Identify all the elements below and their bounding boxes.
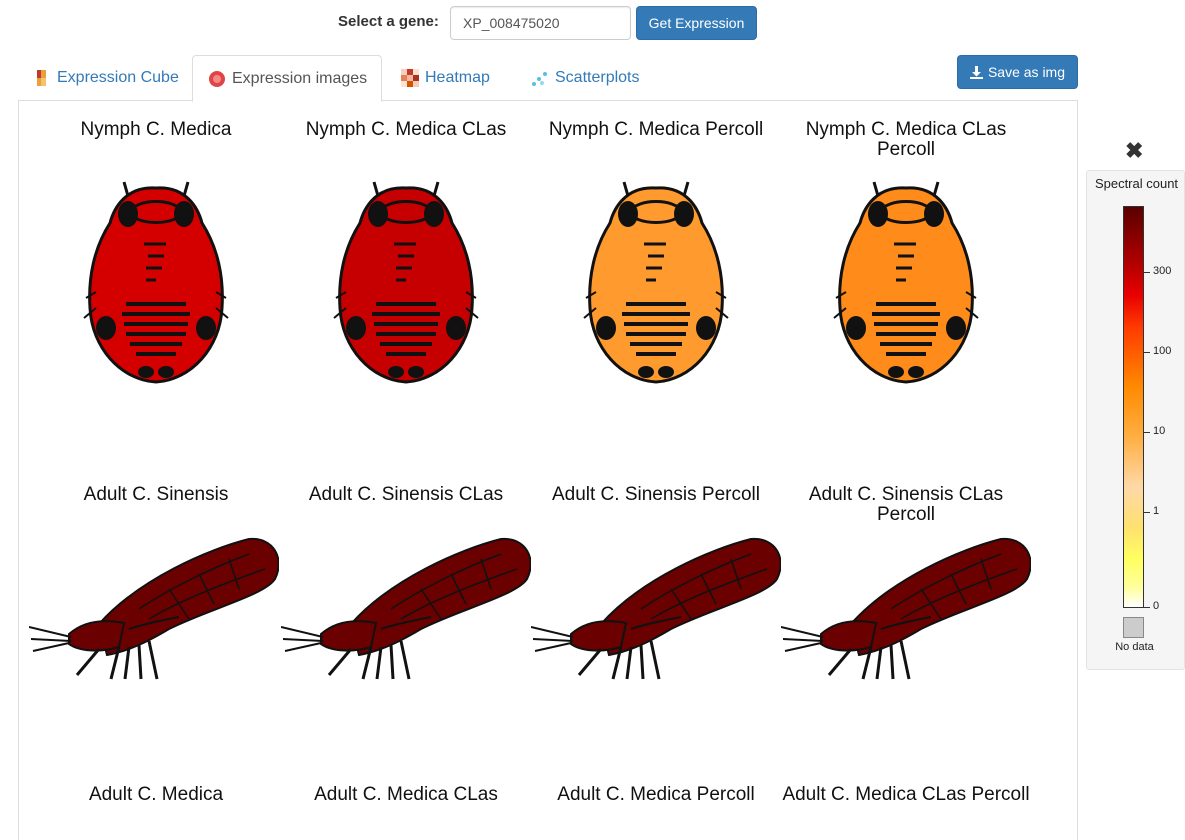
color-legend: Spectral count 300 100 10 1 0 No data (1086, 170, 1185, 670)
sample-title: Adult C. Sinensis CLas Percoll (808, 484, 1004, 525)
adult-image (281, 529, 531, 689)
sample-cell[interactable]: Adult C. Medica (31, 785, 281, 805)
legend-tick-label: 1 (1153, 505, 1160, 517)
expression-image-icon (209, 70, 225, 87)
sample-cell[interactable]: Adult C. Medica Percoll (531, 785, 781, 805)
save-label: Save as img (987, 64, 1066, 80)
legend-tick (1144, 432, 1150, 433)
sample-cell[interactable]: Adult C. Sinensis CLas (281, 485, 531, 689)
sample-title: Adult C. Sinensis CLas (308, 484, 504, 505)
legend-tick-label: 10 (1153, 425, 1166, 437)
legend-tick-label: 100 (1153, 345, 1172, 357)
nymph-image (66, 168, 246, 398)
sample-title: Nymph C. Medica (80, 119, 232, 140)
legend-tick-label: 300 (1153, 265, 1172, 277)
nymph-image (316, 168, 496, 398)
save-as-img-button[interactable]: Save as img (957, 55, 1078, 89)
tab-heatmap[interactable]: Heatmap (386, 55, 504, 101)
sample-cell[interactable]: Nymph C. Medica Percoll (531, 120, 781, 398)
cube-icon (37, 70, 46, 86)
tab-expression-cube[interactable]: Expression Cube (18, 55, 193, 101)
legend-tick-label: 0 (1153, 600, 1160, 612)
tab-expression-images[interactable]: Expression images (192, 55, 383, 102)
expression-images-panel: Nymph C. Medica Nymph C. Medica CLas Nym… (18, 100, 1078, 840)
legend-tick (1144, 352, 1150, 353)
nymph-image (566, 168, 746, 398)
legend-title: Spectral count (1094, 176, 1179, 191)
sample-title: Adult C. Sinensis Percoll (551, 484, 761, 505)
sample-cell[interactable]: Adult C. Sinensis CLas Percoll (781, 485, 1031, 689)
legend-gradient-bar (1123, 206, 1144, 608)
sample-title: Adult C. Medica Percoll (557, 784, 755, 805)
sample-cell[interactable]: Adult C. Medica CLas Percoll (781, 785, 1031, 805)
legend-tick (1144, 272, 1150, 273)
gene-input[interactable] (450, 6, 631, 40)
gene-selector: Select a gene: Get Expression (0, 6, 1185, 40)
legend-tick (1144, 607, 1150, 608)
sample-title: Nymph C. Medica CLas (305, 119, 507, 140)
adult-image (531, 529, 781, 689)
no-data-swatch (1123, 617, 1144, 638)
legend-tick (1144, 512, 1150, 513)
sample-title: Nymph C. Medica CLas Percoll (805, 119, 1007, 160)
tab-label: Expression Cube (57, 69, 179, 86)
sample-title: Adult C. Sinensis (83, 484, 229, 505)
tab-label: Heatmap (425, 69, 490, 86)
adult-image (29, 529, 279, 689)
sample-cell[interactable]: Adult C. Sinensis (31, 485, 281, 689)
sample-title: Adult C. Medica (88, 784, 224, 805)
sample-cell[interactable]: Adult C. Medica CLas (281, 785, 531, 805)
download-icon (969, 65, 983, 79)
heatmap-icon (401, 69, 419, 87)
sample-cell[interactable]: Nymph C. Medica CLas Percoll (781, 120, 1031, 398)
scatterplot-icon (532, 72, 547, 86)
sample-cell[interactable]: Nymph C. Medica (31, 120, 281, 398)
no-data-label: No data (1115, 641, 1154, 653)
view-tabs: Expression Cube Expression images Heatma… (18, 55, 1078, 102)
sample-title: Adult C. Medica CLas (314, 784, 498, 805)
sample-title: Nymph C. Medica Percoll (548, 119, 764, 140)
tab-label: Expression images (232, 69, 368, 87)
sample-cell[interactable]: Adult C. Sinensis Percoll (531, 485, 781, 689)
tab-scatterplots[interactable]: Scatterplots (516, 55, 653, 101)
close-icon[interactable]: ✖ (1125, 138, 1143, 164)
nymph-image (816, 168, 996, 398)
adult-image (781, 529, 1031, 689)
get-expression-button[interactable]: Get Expression (636, 6, 757, 40)
tab-label: Scatterplots (555, 69, 640, 86)
gene-label: Select a gene: (338, 13, 439, 30)
sample-cell[interactable]: Nymph C. Medica CLas (281, 120, 531, 398)
sample-title: Adult C. Medica CLas Percoll (782, 784, 1030, 805)
